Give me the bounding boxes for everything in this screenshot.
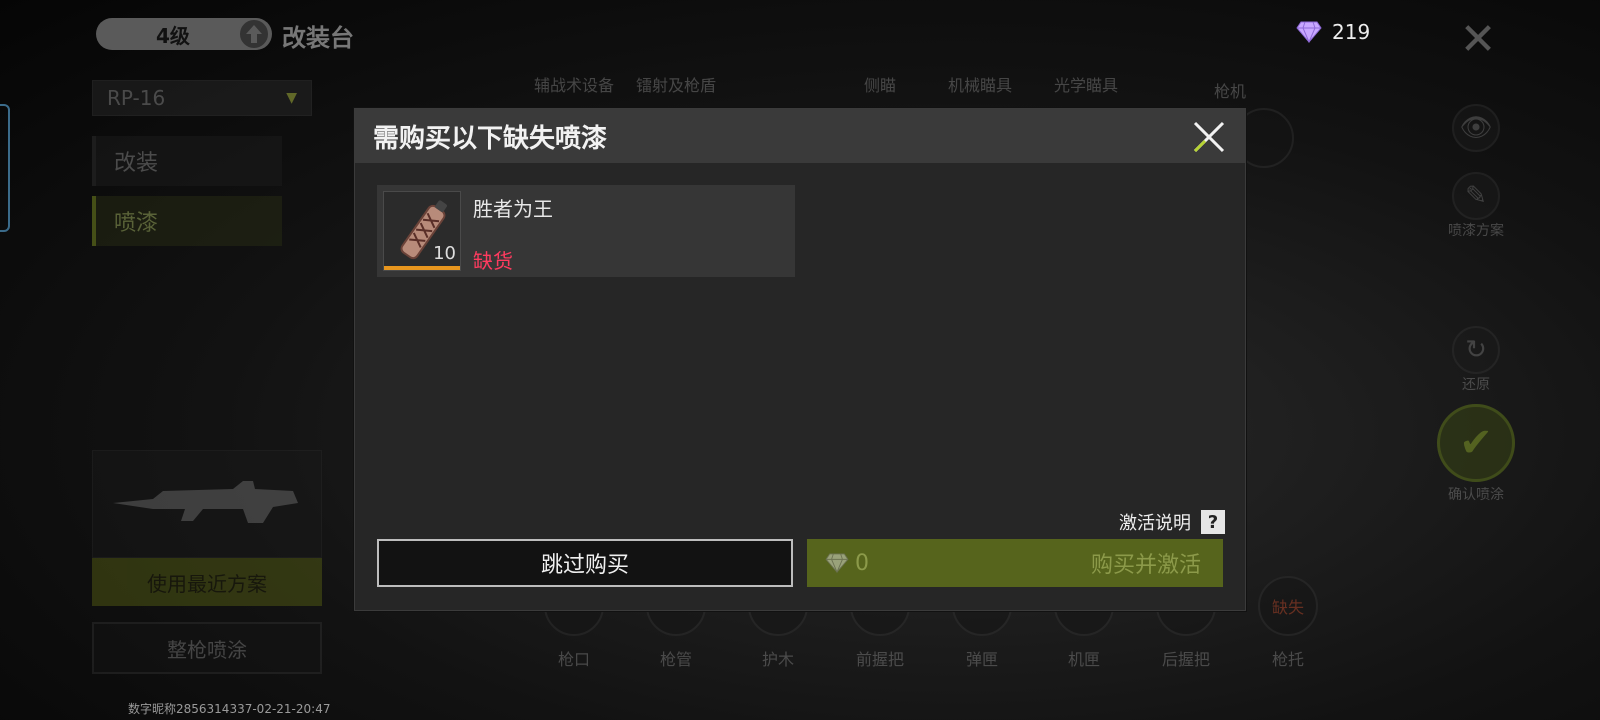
level-up-icon[interactable] [238, 18, 270, 50]
close-icon[interactable]: ✕ [1454, 16, 1502, 64]
slot-label-bolt: 枪机 [1213, 82, 1246, 101]
slot-label-handguard: 护木 [761, 650, 794, 669]
slot-stock-badge: 缺失 [1271, 598, 1304, 617]
dropdown-arrow-icon: ▼ [286, 90, 297, 106]
dialog-close-button[interactable] [1185, 113, 1233, 161]
slot-label-side-sight: 侧瞄 [863, 76, 896, 95]
buy-price: 0 [825, 551, 869, 576]
buy-and-activate-label: 购买并激活 [1090, 553, 1201, 578]
item-name: 胜者为王 [473, 197, 553, 221]
slot-label-laser: 镭射及枪盾 [635, 76, 716, 95]
activation-help[interactable]: 激活说明 ? [1119, 509, 1225, 535]
dialog-header: 需购买以下缺失喷漆 [355, 109, 1245, 163]
slot-label-muzzle: 枪口 [557, 650, 590, 669]
item-stock-status: 缺货 [473, 249, 513, 273]
check-icon: ✔ [1459, 420, 1493, 466]
rifle-icon [113, 481, 298, 523]
missing-paint-item[interactable]: 10 胜者为王 缺货 [377, 185, 795, 277]
close-icon [1193, 121, 1225, 153]
skip-purchase-button[interactable]: 跳过购买 [377, 539, 793, 587]
whole-gun-paint-button[interactable]: 整枪喷涂 [92, 622, 322, 674]
side-drawer-handle[interactable] [0, 104, 10, 232]
slot-label-foregrip: 前握把 [855, 650, 904, 669]
buy-price-amount: 0 [855, 550, 869, 576]
game-screen: 4级 改装台 RP-16 ▼ 改装 喷漆 辅战术设备 镭射及枪盾 侧瞄 机械瞄具… [0, 0, 1600, 720]
question-icon: ? [1201, 510, 1225, 534]
paint-scheme-label: 喷漆方案 [1448, 223, 1504, 239]
diamond-icon [825, 553, 849, 573]
slot-label-optic: 光学瞄具 [1053, 76, 1118, 95]
restore-icon[interactable]: ↻ [1452, 326, 1500, 374]
watermark: 数字昵称2856314337-02-21-20:47 [128, 702, 331, 716]
slot-label-magazine: 弹匣 [965, 650, 998, 669]
eye-icon[interactable]: 👁 [1452, 104, 1500, 152]
weapon-select[interactable]: RP-16 ▼ [92, 80, 312, 116]
brush-icon[interactable]: ✎ [1452, 172, 1500, 220]
slot-label-stock: 枪托 [1271, 650, 1304, 669]
tab-paint[interactable]: 喷漆 [92, 196, 282, 246]
item-quantity: 10 [433, 243, 456, 264]
dialog-title: 需购买以下缺失喷漆 [373, 123, 608, 154]
tab-modify[interactable]: 改装 [92, 136, 282, 186]
weapon-select-value: RP-16 [107, 86, 166, 110]
level-text: 4级 [156, 23, 190, 48]
purchase-missing-paint-dialog: 需购买以下缺失喷漆 10 胜者为王 缺货 激活说明 ? 跳过购买 0 购买并激活 [354, 108, 1246, 611]
gun-preview-card[interactable] [92, 450, 322, 558]
slot-stock[interactable]: 缺失 [1258, 576, 1318, 636]
rarity-bar [384, 266, 460, 270]
item-thumbnail: 10 [383, 191, 461, 271]
slot-label-receiver: 机匣 [1067, 650, 1100, 669]
confirm-paint-button[interactable]: ✔ [1437, 404, 1515, 482]
currency-display: 219 [1296, 20, 1370, 44]
slot-label-barrel: 枪管 [659, 650, 692, 669]
buy-and-activate-button[interactable]: 0 购买并激活 [807, 539, 1223, 587]
slot-label-tactical: 辅战术设备 [533, 76, 614, 95]
page-title: 改装台 [282, 24, 354, 52]
confirm-paint-label: 确认喷涂 [1448, 487, 1504, 503]
diamond-icon [1296, 21, 1322, 43]
activation-help-label: 激活说明 [1119, 513, 1191, 534]
slot-label-iron-sight: 机械瞄具 [947, 76, 1012, 95]
use-recent-scheme-button[interactable]: 使用最近方案 [92, 558, 322, 606]
tab-modify-label: 改装 [114, 151, 159, 176]
restore-label: 还原 [1462, 377, 1490, 393]
tab-paint-label: 喷漆 [114, 211, 159, 236]
slot-label-rear-grip: 后握把 [1161, 650, 1210, 669]
currency-amount: 219 [1332, 20, 1371, 44]
